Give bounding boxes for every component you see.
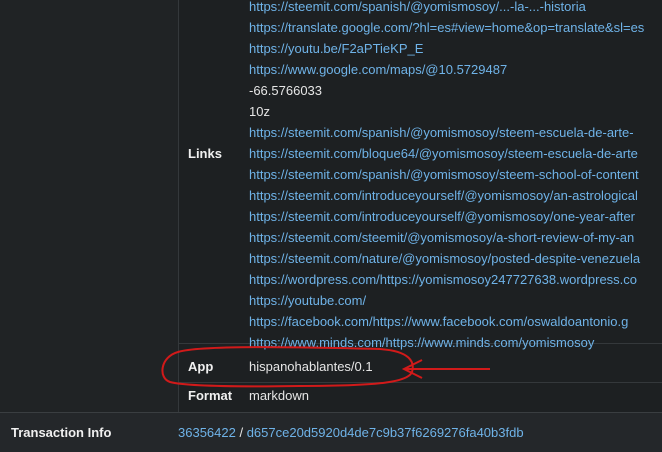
annotation-ellipse [161, 346, 414, 388]
red-annotation-overlay [161, 346, 490, 388]
